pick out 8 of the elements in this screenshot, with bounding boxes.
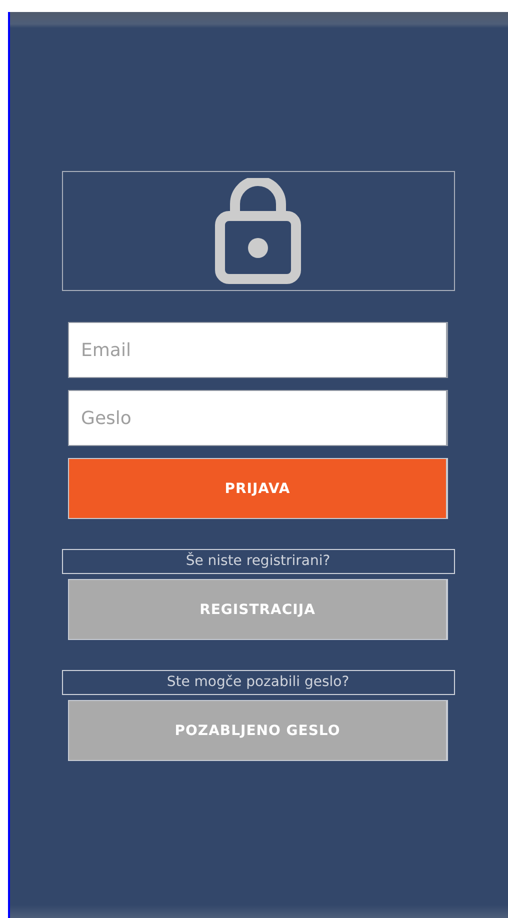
- login-button[interactable]: PRIJAVA: [68, 458, 448, 519]
- forgot-password-button[interactable]: POZABLJENO GESLO: [68, 700, 448, 761]
- register-button[interactable]: REGISTRACIJA: [68, 579, 448, 640]
- register-prompt: Še niste registrirani?: [62, 549, 454, 574]
- forgot-password-prompt: Ste mogče pozabili geslo?: [62, 670, 454, 695]
- password-field[interactable]: Geslo: [68, 390, 448, 446]
- email-field[interactable]: Email: [68, 322, 448, 378]
- lock-icon: [215, 178, 301, 284]
